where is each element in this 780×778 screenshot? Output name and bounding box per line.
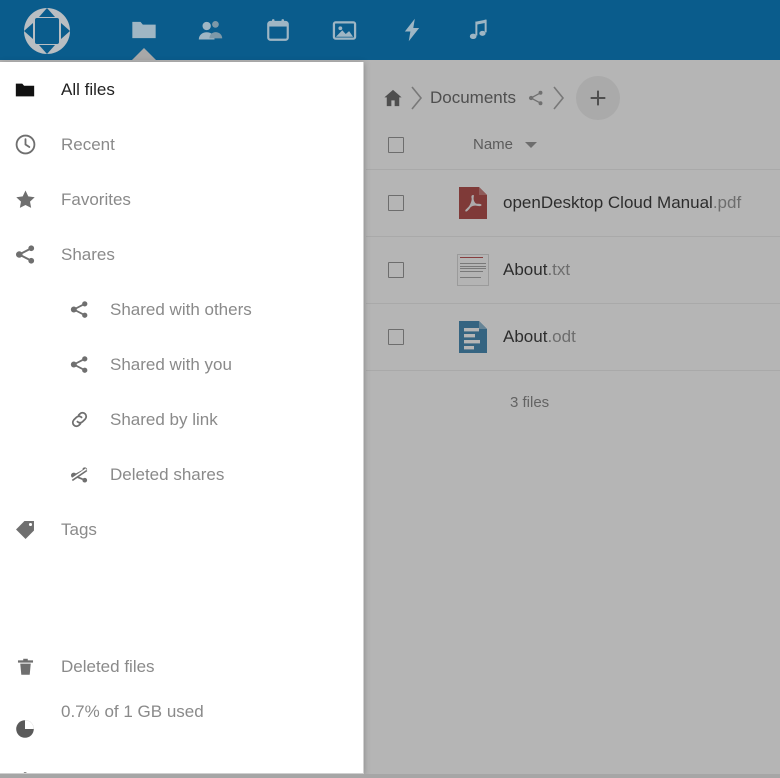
opendesktop-logo[interactable] xyxy=(22,6,72,56)
sidebar-item-label: Shared by link xyxy=(110,409,218,429)
nav-item-calendar[interactable] xyxy=(244,0,311,60)
sidebar-item-recent[interactable]: Recent xyxy=(0,117,363,172)
sidebar-item-deleted-files[interactable]: Deleted files xyxy=(0,639,363,694)
star-icon xyxy=(12,187,38,213)
storage-quota[interactable]: 0.7% of 1 GB used xyxy=(0,694,363,752)
tag-icon xyxy=(12,517,38,543)
link-icon xyxy=(66,407,92,433)
active-app-pointer xyxy=(131,48,156,60)
sidebar-item-shared-by-link[interactable]: Shared by link xyxy=(0,392,363,447)
sidebar-item-label: Recent xyxy=(61,134,115,154)
sidebar-item-label: Deleted files xyxy=(61,656,155,676)
sidebar-item-label: Shared with others xyxy=(110,299,252,319)
sidebar-item-label: All files xyxy=(61,79,115,99)
nav-item-contacts[interactable] xyxy=(177,0,244,60)
nav-item-activity[interactable] xyxy=(378,0,445,60)
music-note-icon xyxy=(466,18,491,43)
trash-icon xyxy=(12,654,38,680)
lightning-icon xyxy=(399,17,425,43)
storage-quota-label: 0.7% of 1 GB used xyxy=(61,702,204,721)
sidebar-item-favorites[interactable]: Favorites xyxy=(0,172,363,227)
sidebar-item-label: Shared with you xyxy=(110,354,232,374)
sidebar-item-shares[interactable]: Shares xyxy=(0,227,363,282)
sidebar-item-all-files[interactable]: All files xyxy=(0,62,363,117)
sidebar-item-label: Favorites xyxy=(61,189,131,209)
app-window: Documents Name openDesktop Cloud Manual.… xyxy=(0,0,780,778)
share-icon xyxy=(66,297,92,323)
nav-item-photos[interactable] xyxy=(311,0,378,60)
folder-icon xyxy=(12,77,38,103)
pie-chart-icon xyxy=(12,716,38,742)
sidebar-item-tags[interactable]: Tags xyxy=(0,502,363,557)
app-header xyxy=(0,0,780,60)
nav-item-files[interactable] xyxy=(110,0,177,60)
sidebar-item-shared-with-others[interactable]: Shared with others xyxy=(0,282,363,337)
clock-icon xyxy=(12,132,38,158)
share-icon xyxy=(66,352,92,378)
sidebar-item-label: Tags xyxy=(61,519,97,539)
bottom-strip xyxy=(0,774,780,778)
gear-icon xyxy=(12,767,38,773)
sidebar-item-shared-with-you[interactable]: Shared with you xyxy=(0,337,363,392)
sidebar-item-label: Shares xyxy=(61,244,115,264)
app-navigation xyxy=(110,0,512,60)
calendar-icon xyxy=(265,17,291,43)
share-off-icon xyxy=(66,462,92,488)
nav-item-music[interactable] xyxy=(445,0,512,60)
share-icon xyxy=(12,242,38,268)
contacts-icon xyxy=(197,17,224,44)
sidebar-item-deleted-shares[interactable]: Deleted shares xyxy=(0,447,363,502)
navigation-sidebar: All files Recent Favorites Shares Shared… xyxy=(0,62,364,774)
photos-icon xyxy=(331,17,358,44)
sidebar-item-label: Deleted shares xyxy=(110,464,225,484)
sidebar-item-settings[interactable]: Settings xyxy=(0,752,363,773)
